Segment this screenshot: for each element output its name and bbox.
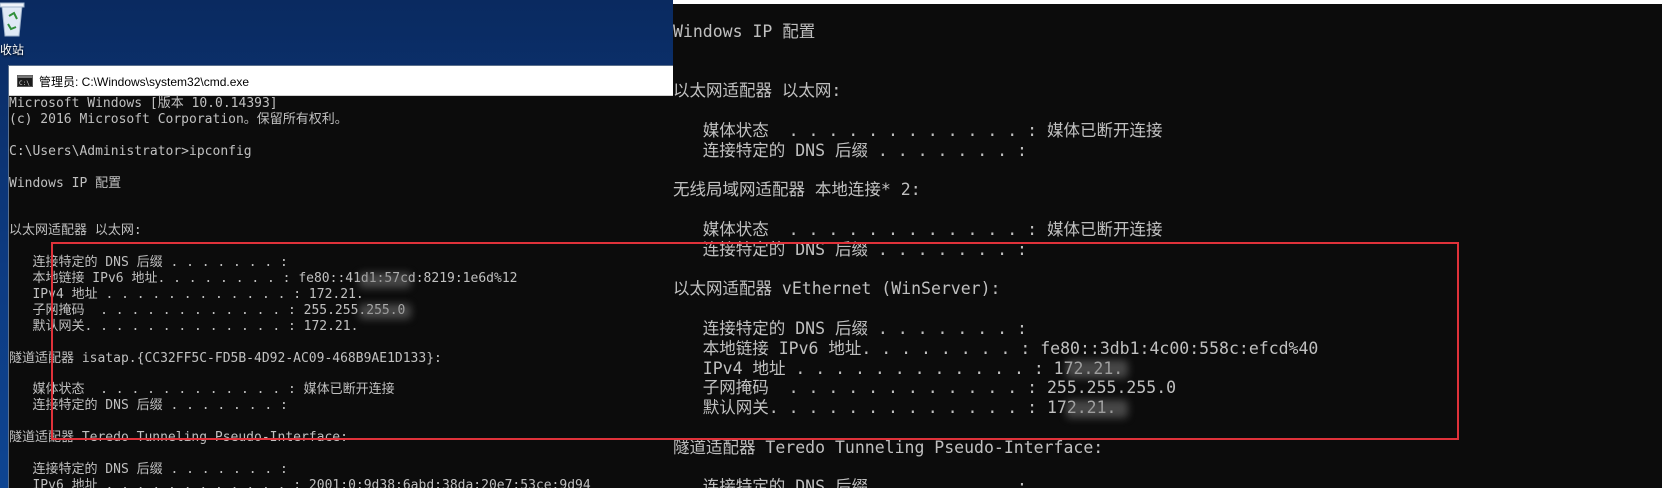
- console-line: 媒体状态 . . . . . . . . . . . . : 媒体已断开连接: [673, 219, 1163, 239]
- console-line: IPv4 地址 . . . . . . . . . . . . : 172.21…: [9, 286, 364, 302]
- console-line: 连接特定的 DNS 后缀 . . . . . . . :: [9, 461, 288, 477]
- console-line: IPv6 地址 . . . . . . . . . . . . : 2001:0…: [9, 477, 591, 488]
- console-line: 以太网适配器 以太网:: [673, 81, 842, 101]
- recycle-bin-icon[interactable]: [0, 0, 26, 38]
- redacted-octets: [1066, 400, 1128, 418]
- console-line: 连接特定的 DNS 后缀 . . . . . . . :: [9, 255, 288, 271]
- cmd-left-titlebar[interactable]: C:\ 管理员: C:\Windows\system32\cmd.exe: [9, 66, 673, 96]
- console-line: 媒体状态 . . . . . . . . . . . . : 媒体已断开连接: [673, 120, 1163, 140]
- console-line: 以太网适配器 以太网:: [9, 223, 142, 239]
- console-line: 媒体状态 . . . . . . . . . . . . : 媒体已断开连接: [9, 382, 395, 398]
- recycle-bin-label: 收站: [0, 43, 25, 57]
- console-line: Microsoft Windows [版本 10.0.14393]: [9, 96, 278, 111]
- redacted-octets: [359, 304, 411, 319]
- console-line: 连接特定的 DNS 后缀 . . . . . . . :: [673, 477, 1027, 488]
- console-line: Windows IP 配置: [9, 175, 122, 191]
- console-line: 连接特定的 DNS 后缀 . . . . . . . :: [673, 318, 1027, 338]
- console-line: C:\Users\Administrator>ipconfig: [9, 143, 252, 159]
- console-line: IPv4 地址 . . . . . . . . . . . . : 172.21…: [673, 358, 1124, 378]
- console-line: (c) 2016 Microsoft Corporation。保留所有权利。: [9, 111, 348, 127]
- console-line: 无线局域网适配器 本地连接* 2:: [673, 180, 921, 200]
- cmd-window-left[interactable]: C:\ 管理员: C:\Windows\system32\cmd.exe Mic…: [8, 65, 674, 488]
- cmd-left-title: 管理员: C:\Windows\system32\cmd.exe: [39, 75, 250, 89]
- desktop: 收站 C:\ 管理员: C:\Windows\system32\cmd.exe …: [0, 0, 1662, 488]
- console-line: 默认网关. . . . . . . . . . . . . : 172.21.: [673, 398, 1117, 418]
- cmd-window-right[interactable]: Windows IP 配置 以太网适配器 以太网: 媒体状态 . . . . .…: [673, 0, 1662, 488]
- console-line: 以太网适配器 vEthernet (WinServer):: [673, 279, 1001, 299]
- console-line: 连接特定的 DNS 后缀 . . . . . . . :: [673, 239, 1027, 259]
- console-line: 子网掩码 . . . . . . . . . . . . : 255.255.2…: [673, 378, 1177, 398]
- console-line: Windows IP 配置: [673, 22, 816, 41]
- redacted-octets: [1066, 360, 1128, 378]
- console-line: 隧道适配器 Teredo Tunneling Pseudo-Interface:: [673, 437, 1104, 457]
- console-line: 连接特定的 DNS 后缀 . . . . . . . :: [673, 140, 1027, 160]
- svg-text:C:\: C:\: [19, 80, 30, 87]
- console-line: 默认网关. . . . . . . . . . . . . : 172.21.: [9, 318, 359, 334]
- cmd-icon: C:\: [17, 74, 33, 87]
- cmd-left-output[interactable]: Microsoft Windows [版本 10.0.14393] (c) 201…: [9, 96, 673, 488]
- console-line: 本地链接 IPv6 地址. . . . . . . . : fe80::41d1…: [9, 270, 518, 286]
- redacted-octets: [359, 273, 411, 288]
- console-line: 隧道适配器 Teredo Tunneling Pseudo-Interface:: [9, 430, 348, 446]
- cmd-right-output[interactable]: Windows IP 配置 以太网适配器 以太网: 媒体状态 . . . . .…: [673, 22, 1662, 488]
- console-line: 子网掩码 . . . . . . . . . . . . : 255.255.2…: [9, 302, 406, 318]
- console-line: 连接特定的 DNS 后缀 . . . . . . . :: [9, 398, 288, 414]
- console-line: 隧道适配器 isatap.{CC32FF5C-FD5B-4D92-AC09-46…: [9, 350, 442, 366]
- console-line: 本地链接 IPv6 地址. . . . . . . . : fe80::3db1…: [673, 338, 1319, 358]
- cmd-right-titlebar-edge: [673, 0, 1662, 4]
